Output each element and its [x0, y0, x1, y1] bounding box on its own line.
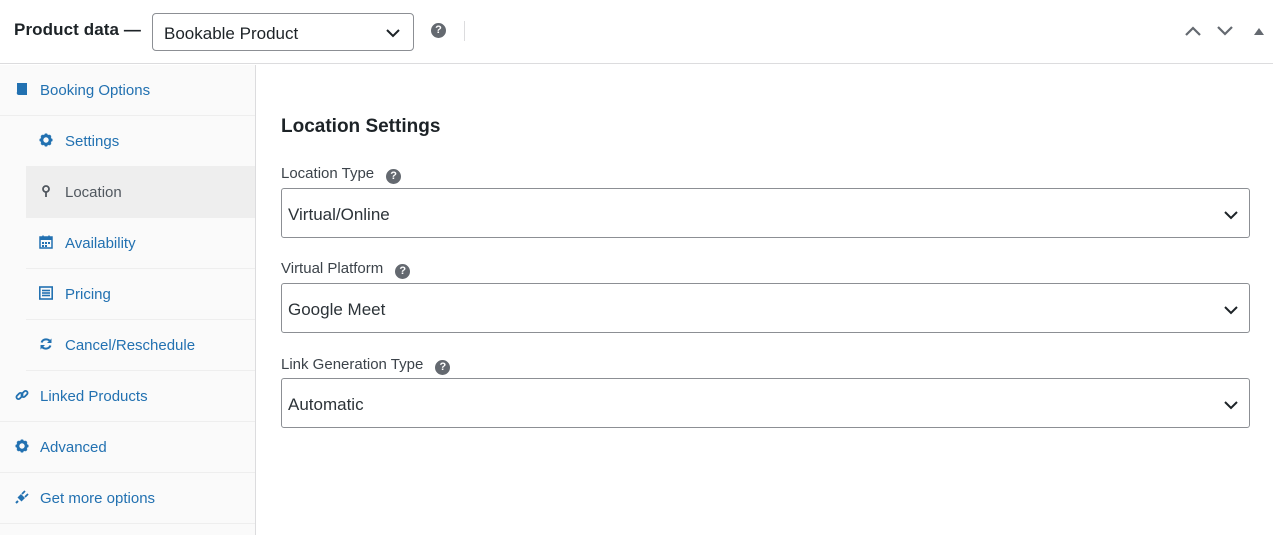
- link-generation-type-label: Link Generation Type?: [281, 356, 451, 375]
- chevron-down-icon: [1224, 306, 1238, 315]
- tab-get-more-options[interactable]: Get more options: [0, 473, 255, 524]
- product-data-tabs: Booking Options Settings Location Availa…: [0, 65, 256, 535]
- tab-cancel-reschedule[interactable]: Cancel/Reschedule: [26, 320, 255, 371]
- field-label-text: Virtual Platform: [281, 260, 384, 277]
- field-label-text: Location Type: [281, 165, 375, 182]
- field-label-text: Link Generation Type: [281, 356, 424, 373]
- chevron-down-icon[interactable]: [1216, 22, 1234, 40]
- help-icon[interactable]: ?: [386, 169, 402, 184]
- tab-label: Availability: [65, 235, 136, 252]
- chevron-down-icon: [386, 29, 400, 38]
- chevron-up-icon[interactable]: [1184, 22, 1202, 40]
- plugin-icon: [15, 490, 29, 504]
- tab-label: Cancel/Reschedule: [65, 337, 196, 354]
- tab-label: Pricing: [65, 286, 111, 303]
- header-divider: [464, 21, 465, 41]
- tab-label: Booking Options: [40, 82, 151, 99]
- tab-settings[interactable]: Settings: [26, 116, 255, 167]
- book-icon: [16, 83, 27, 96]
- refresh-icon: [40, 338, 52, 350]
- calendar-icon: [39, 235, 53, 249]
- tab-label: Linked Products: [40, 388, 148, 405]
- help-icon[interactable]: ?: [395, 264, 411, 279]
- link-generation-type-select[interactable]: Automatic: [281, 378, 1250, 428]
- gear-icon: [15, 439, 29, 453]
- tab-label: Get more options: [40, 490, 156, 507]
- product-data-title: Product data —: [14, 20, 142, 39]
- tab-pricing[interactable]: Pricing: [26, 269, 255, 320]
- section-title: Location Settings: [281, 116, 441, 137]
- tab-label: Location: [65, 184, 122, 201]
- select-value: Virtual/Online: [288, 205, 390, 224]
- chevron-down-icon: [1224, 401, 1238, 410]
- product-type-select[interactable]: Bookable Product: [152, 13, 414, 51]
- tab-label: Settings: [65, 133, 120, 150]
- product-data-header: Product data — Bookable Product ?: [0, 0, 1273, 64]
- chevron-down-icon: [1224, 211, 1238, 220]
- location-type-select[interactable]: Virtual/Online: [281, 188, 1250, 238]
- link-icon: [15, 390, 29, 400]
- gear-icon: [39, 133, 53, 147]
- tab-label: Advanced: [40, 439, 107, 456]
- list-icon: [39, 286, 53, 300]
- location-type-label: Location Type?: [281, 165, 402, 184]
- tab-linked-products[interactable]: Linked Products: [0, 371, 255, 422]
- triangle-up-icon[interactable]: [1253, 26, 1265, 36]
- tab-availability[interactable]: Availability: [26, 218, 255, 269]
- help-icon[interactable]: ?: [435, 360, 451, 375]
- help-icon[interactable]: ?: [431, 23, 446, 38]
- location-panel: Location Settings Location Type? Virtual…: [256, 65, 1273, 535]
- map-pin-icon: [42, 185, 50, 197]
- virtual-platform-label: Virtual Platform?: [281, 260, 411, 279]
- virtual-platform-select[interactable]: Google Meet: [281, 283, 1250, 333]
- tab-advanced[interactable]: Advanced: [0, 422, 255, 473]
- select-value: Google Meet: [288, 300, 386, 319]
- select-value: Automatic: [288, 395, 364, 414]
- product-type-value: Bookable Product: [164, 24, 299, 43]
- tab-booking-options[interactable]: Booking Options: [0, 65, 255, 116]
- tab-location[interactable]: Location: [26, 167, 255, 218]
